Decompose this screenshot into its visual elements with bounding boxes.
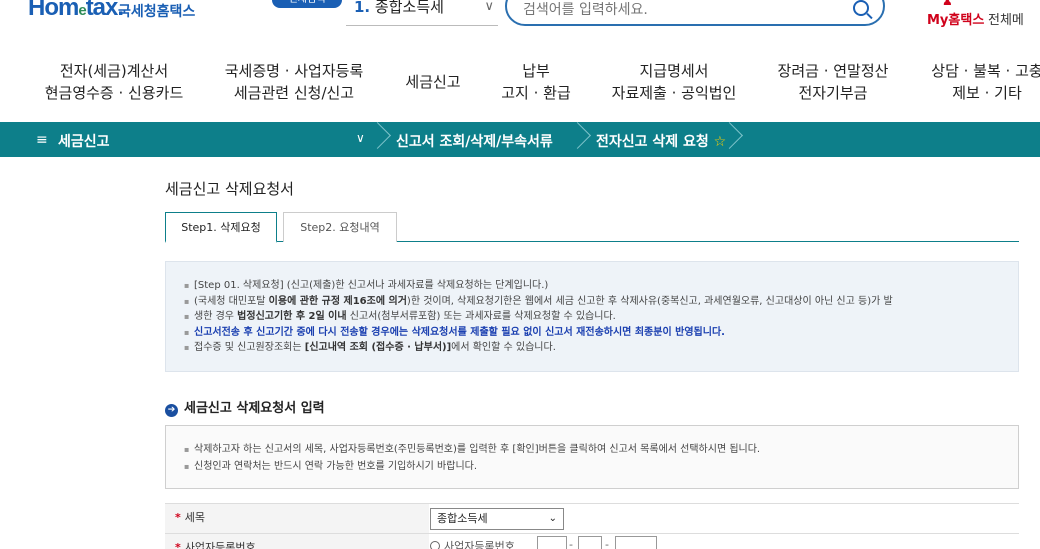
tab-step1[interactable]: Step1. 삭제요청 — [165, 212, 277, 243]
tab-step2[interactable]: Step2. 요청내역 — [283, 212, 397, 242]
breadcrumb-separator — [726, 122, 738, 157]
guide-line: 신청인과 연락처는 반드시 연락 가능한 번호를 기입하시기 바랍니다. — [184, 458, 1000, 475]
breadcrumb-bar: ≡ 세금신고 ∨ 신고서 조회/삭제/부속서류 전자신고 삭제 요청 ☆ — [0, 122, 1040, 157]
section-title: ➔ 세금신고 삭제요청서 입력 — [165, 397, 325, 417]
search-category-value: 종합소득세 — [374, 0, 444, 16]
biz-number-input-2[interactable] — [578, 536, 602, 549]
top-header: Hometax. 국세청홈택스 전체검색 1. 종합소득세 ∨ ♟ My홈택스 … — [0, 0, 1040, 40]
hometax-logo[interactable]: Hometax. — [28, 0, 124, 22]
biz-number-input-1[interactable] — [537, 536, 567, 549]
nav-item-incentives[interactable]: 장려금 · 연말정산 전자기부금 — [770, 60, 896, 104]
breadcrumb-level3: 전자신고 삭제 요청 ☆ — [596, 134, 727, 150]
search-icon[interactable] — [853, 0, 869, 16]
breadcrumb-separator — [574, 122, 586, 157]
input-guide-box: 삭제하고자 하는 신고서의 세목, 사업자등록번호(주민등록번호)를 입력한 후… — [165, 425, 1019, 489]
info-line: [Step 01. 삭제요청] (신고(제출)한 신고서나 과세자료를 삭제요청… — [184, 278, 1000, 294]
main-navigation: 전자(세금)계산서 현금영수증 · 신용카드 국세증명 · 사업자등록 세금관련… — [0, 60, 1040, 106]
search-box — [505, 0, 885, 26]
search-scope-badge[interactable]: 전체검색 — [272, 0, 342, 8]
form-row-tax-type: * 세목 종합소득세 ⌄ — [165, 503, 1019, 533]
step-tabs: Step1. 삭제요청 Step2. 요청내역 — [165, 212, 1019, 243]
info-line-highlight: 신고서전송 후 신고기간 중에 다시 전송할 경우에는 삭제요청서를 제출할 필… — [184, 325, 1000, 341]
nav-item-consulting[interactable]: 상담 · 불복 · 고충 제보 · 기타 — [922, 60, 1040, 104]
my-hometax-link[interactable]: My홈택스 — [927, 9, 984, 28]
person-icon: ♟ — [942, 0, 953, 8]
nav-item-tax-filing[interactable]: 세금신고 — [396, 71, 470, 93]
page-title: 세금신고 삭제요청서 — [165, 180, 294, 198]
tax-type-label: * 세목 — [165, 504, 429, 533]
tax-type-select[interactable]: 종합소득세 ⌄ — [430, 508, 564, 530]
info-line: 접수증 및 신고원장조회는 [신고내역 조회 (접수증 · 납부서)]에서 확인… — [184, 340, 1000, 356]
menu-icon[interactable]: ≡ — [36, 132, 48, 148]
logo-korean-text: 국세청홈택스 — [118, 4, 196, 20]
biz-number-label: * 사업자등록번호 — [165, 534, 429, 549]
chevron-down-icon: ⌄ — [548, 513, 557, 524]
arrow-circle-icon: ➔ — [165, 404, 178, 417]
biz-number-radio[interactable]: 사업자등록번호 — [430, 538, 515, 549]
breadcrumb-level2[interactable]: 신고서 조회/삭제/부속서류 — [396, 131, 553, 151]
info-line-continued: 생한 경우 법정신고기한 후 2일 이내 신고서(첨부서류포함) 또는 과세자료… — [184, 309, 1000, 325]
form-row-biz-number: * 사업자등록번호 사업자등록번호 - - — [165, 533, 1019, 549]
nav-item-certificates[interactable]: 국세증명 · 사업자등록 세금관련 신청/신고 — [214, 60, 374, 104]
radio-button[interactable] — [430, 541, 440, 549]
info-line: (국세청 대민포탈 이용에 관한 규정 제16조에 의거)한 것이며, 삭제요청… — [184, 294, 1000, 310]
all-menu-link[interactable]: 전체메 — [988, 9, 1024, 28]
guide-line: 삭제하고자 하는 신고서의 세목, 사업자등록번호(주민등록번호)를 입력한 후… — [184, 441, 1000, 458]
biz-number-input-3[interactable] — [615, 536, 657, 549]
search-category-select[interactable]: 1. 종합소득세 ∨ — [346, 0, 498, 26]
search-input[interactable] — [523, 2, 843, 18]
chevron-down-icon: ∨ — [484, 0, 494, 14]
breadcrumb-separator — [374, 122, 386, 157]
breadcrumb-root[interactable]: 세금신고 — [58, 131, 110, 151]
chevron-down-icon[interactable]: ∨ — [356, 131, 365, 145]
search-category-number: 1. — [354, 0, 371, 16]
nav-item-statements[interactable]: 지급명세서 자료제출 · 공익법인 — [602, 60, 746, 104]
required-mark: * — [175, 511, 181, 524]
nav-item-payment[interactable]: 납부 고지 · 환급 — [494, 60, 578, 104]
nav-item-e-invoice[interactable]: 전자(세금)계산서 현금영수증 · 신용카드 — [44, 60, 184, 104]
step-info-box: [Step 01. 삭제요청] (신고(제출)한 신고서나 과세자료를 삭제요청… — [165, 261, 1019, 372]
required-mark: * — [175, 541, 181, 549]
